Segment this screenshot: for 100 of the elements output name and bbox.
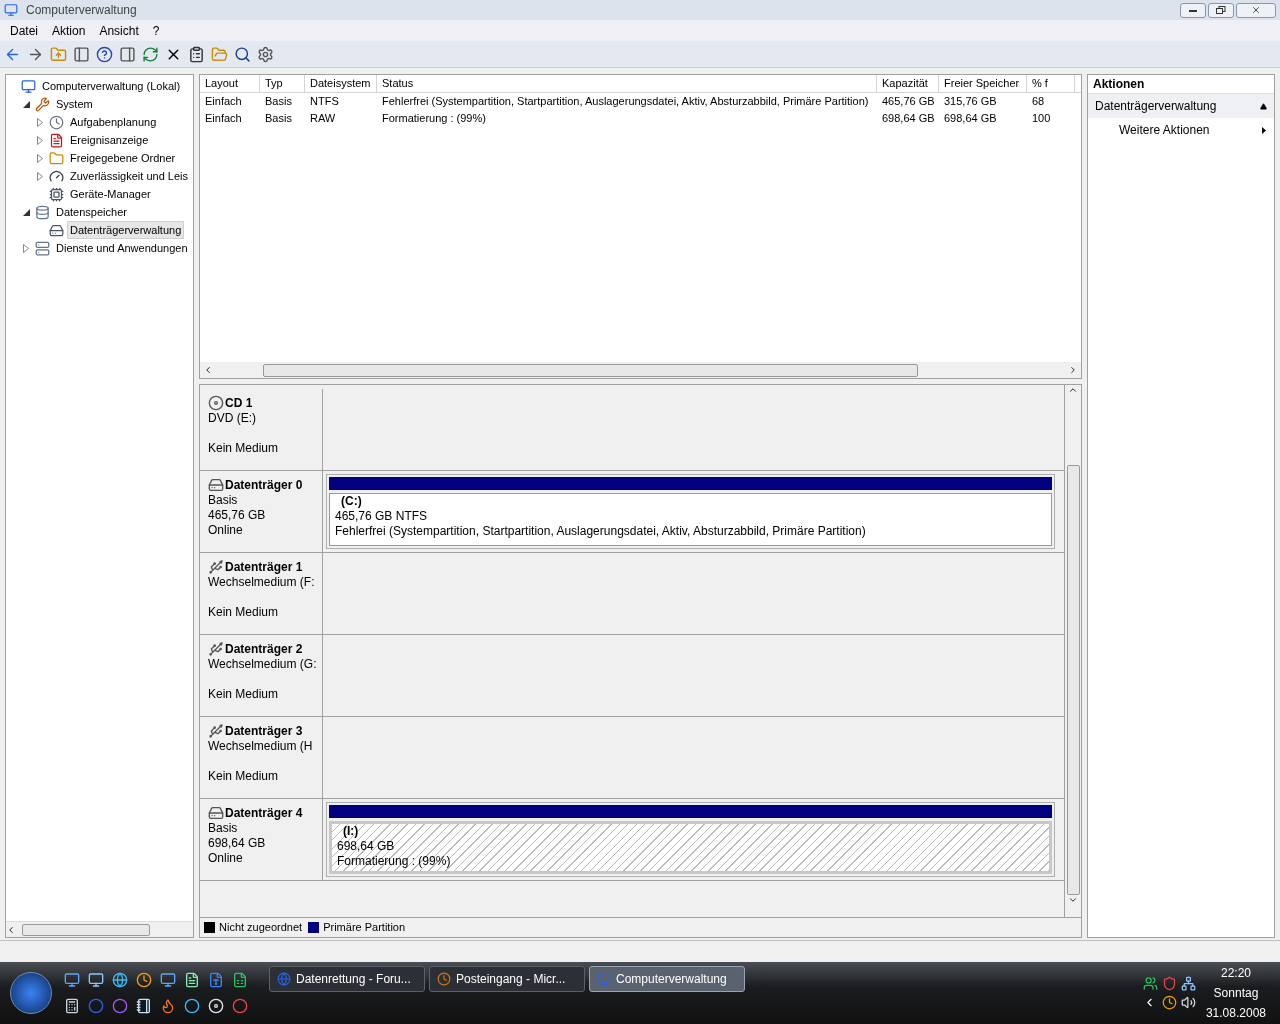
tree-item[interactable]: Ereignisanzeige (67, 130, 152, 150)
horizontal-scrollbar[interactable] (6, 921, 193, 937)
collapse-icon[interactable] (1260, 102, 1267, 110)
scroll-left-icon[interactable] (6, 924, 16, 935)
column-header[interactable]: Status (377, 75, 877, 92)
tree-item[interactable]: System (53, 94, 96, 114)
horizontal-scrollbar[interactable] (200, 362, 1081, 378)
table-cell-text: Formatierung : (99%) (381, 111, 487, 127)
chip-icon (49, 186, 64, 202)
column-header[interactable]: % f (1027, 75, 1075, 92)
partition-status: Fehlerfrei (Systempartition, Startpartition, Auslagerungsdatei, Aktiv, Absturzabbild, Primäre Partition) (335, 524, 867, 539)
expanded-arrow-icon[interactable] (22, 100, 30, 108)
notepad-icon[interactable] (136, 998, 152, 1014)
folder-icon (49, 150, 64, 166)
users-icon[interactable] (1142, 976, 1158, 991)
partition-label: (C:) (340, 494, 363, 509)
start-button[interactable] (10, 972, 52, 1014)
taskbar-button[interactable]: Computerverwaltung (589, 966, 745, 992)
table-cell-text: NTFS (309, 94, 340, 110)
window-title: Computerverwaltung (26, 2, 137, 19)
spreadsheet-icon[interactable] (232, 972, 248, 988)
clock-icon[interactable] (1161, 995, 1177, 1010)
menu-item[interactable]: ? (145, 21, 167, 40)
expanded-arrow-icon[interactable] (22, 208, 30, 216)
tree-item[interactable]: Aufgabenplanung (67, 112, 160, 132)
legend-label: Nicht zugeordnet (219, 920, 303, 936)
collapsed-arrow-icon[interactable] (37, 135, 43, 145)
computer-icon[interactable] (160, 972, 176, 988)
collapsed-arrow-icon[interactable] (23, 243, 29, 253)
column-header[interactable]: Freier Speicher (939, 75, 1027, 92)
actions-section-header[interactable]: Datenträgerverwaltung (1088, 94, 1274, 118)
pane-icon[interactable] (73, 45, 90, 63)
disk-type: Wechselmedium (H (208, 739, 314, 754)
help-icon[interactable] (96, 45, 113, 63)
circle-icon[interactable] (184, 998, 200, 1014)
disk-name: CD 1 (225, 395, 253, 411)
circle-icon[interactable] (112, 998, 128, 1014)
disk-type: Wechselmedium (G: (208, 657, 318, 672)
taskbar-button[interactable]: Posteingang - Micr... (429, 966, 585, 992)
menu-item[interactable]: Aktion (45, 21, 93, 40)
collapsed-arrow-icon[interactable] (37, 153, 43, 163)
column-header[interactable]: Dateisystem (305, 75, 377, 92)
table-cell-text: Fehlerfrei (Systempartition, Startpartition, Auslagerungsdatei, Aktiv, Absturzabbild, Primäre Partition) (381, 94, 870, 110)
partition-area[interactable]: (C:) 465,76 GB NTFS Fehlerfrei (Systempartition, Startpartition, Auslagerungsdatei, Aktiv, Absturzabbild, Primäre Partition) (329, 493, 1052, 546)
table-cell-text: Basis (264, 111, 293, 127)
tree-item[interactable]: Freigegebene Ordner (67, 148, 179, 168)
tree-item[interactable]: Computerverwaltung (Lokal) (39, 76, 184, 96)
column-header[interactable]: Layout (200, 75, 260, 92)
menu-item[interactable]: Ansicht (92, 21, 146, 40)
tree-item[interactable]: Dienste und Anwendungen (53, 238, 191, 258)
collapsed-arrow-icon[interactable] (37, 171, 43, 181)
tree-item[interactable]: Geräte-Manager (67, 184, 154, 204)
partition-block[interactable]: (I:) 698,64 GB Formatierung : (99%) (326, 802, 1055, 877)
collapsed-arrow-icon[interactable] (37, 117, 43, 127)
globe-icon[interactable] (112, 972, 128, 988)
volume-icon[interactable] (1180, 995, 1196, 1010)
scroll-right-icon[interactable] (1068, 365, 1078, 375)
calculator-icon[interactable] (64, 998, 80, 1014)
hard-drive-icon (49, 222, 64, 238)
disk-size: 465,76 GB (208, 508, 267, 523)
disk-type: DVD (E:) (208, 411, 257, 426)
removable-icon (208, 559, 224, 575)
disk-type: Basis (208, 821, 239, 836)
clock-icon[interactable] (136, 972, 152, 988)
column-header[interactable]: Kapazität (877, 75, 939, 92)
search-icon[interactable] (234, 45, 251, 63)
disk-status: Online (208, 523, 244, 538)
tree-item[interactable]: Datenspeicher (53, 202, 130, 222)
scroll-down-icon[interactable] (1068, 895, 1078, 905)
table-cell-text: RAW (309, 111, 337, 127)
shield-icon[interactable] (1161, 976, 1177, 991)
circle-icon[interactable] (232, 998, 248, 1014)
refresh-icon[interactable] (142, 45, 159, 63)
flame-icon[interactable] (160, 998, 176, 1014)
server-icon (35, 240, 50, 256)
action-link[interactable]: Weitere Aktionen (1088, 118, 1274, 142)
restore-button[interactable] (1208, 2, 1234, 18)
hdd-icon (208, 805, 224, 821)
scroll-left-icon[interactable] (203, 365, 213, 375)
settings-icon[interactable] (257, 45, 274, 63)
disc-icon[interactable] (208, 998, 224, 1014)
taskbar-button[interactable]: Datenrettung - Foru... (269, 966, 425, 992)
restore-icon (1216, 6, 1226, 14)
pane-icon[interactable] (119, 45, 136, 63)
removable-icon (208, 723, 224, 739)
monitor-icon[interactable] (64, 972, 80, 988)
column-header[interactable]: Typ (260, 75, 305, 92)
scroll-up-icon[interactable] (1068, 385, 1078, 395)
clock-time[interactable]: 22:20 (1220, 963, 1251, 983)
partition-size: 698,64 GB (337, 839, 396, 854)
network-icon[interactable] (1180, 976, 1196, 991)
partition-label: (I:) (342, 824, 360, 839)
minimize-button[interactable] (1180, 2, 1206, 18)
partition-block[interactable]: (C:) 465,76 GB NTFS Fehlerfrei (Systempartition, Startpartition, Auslagerungsdatei, Aktiv, Absturzabbild, Primäre Partition) (326, 474, 1055, 549)
menu-item[interactable]: Datei (3, 21, 45, 40)
tree-item[interactable]: Zuverlässigkeit und Leis (67, 166, 191, 186)
circle-icon[interactable] (88, 998, 104, 1014)
tree-item[interactable]: Datenträgerverwaltung (67, 220, 185, 240)
partition-area[interactable]: (I:) 698,64 GB Formatierung : (99%) (329, 821, 1052, 874)
document-icon[interactable] (184, 972, 200, 988)
